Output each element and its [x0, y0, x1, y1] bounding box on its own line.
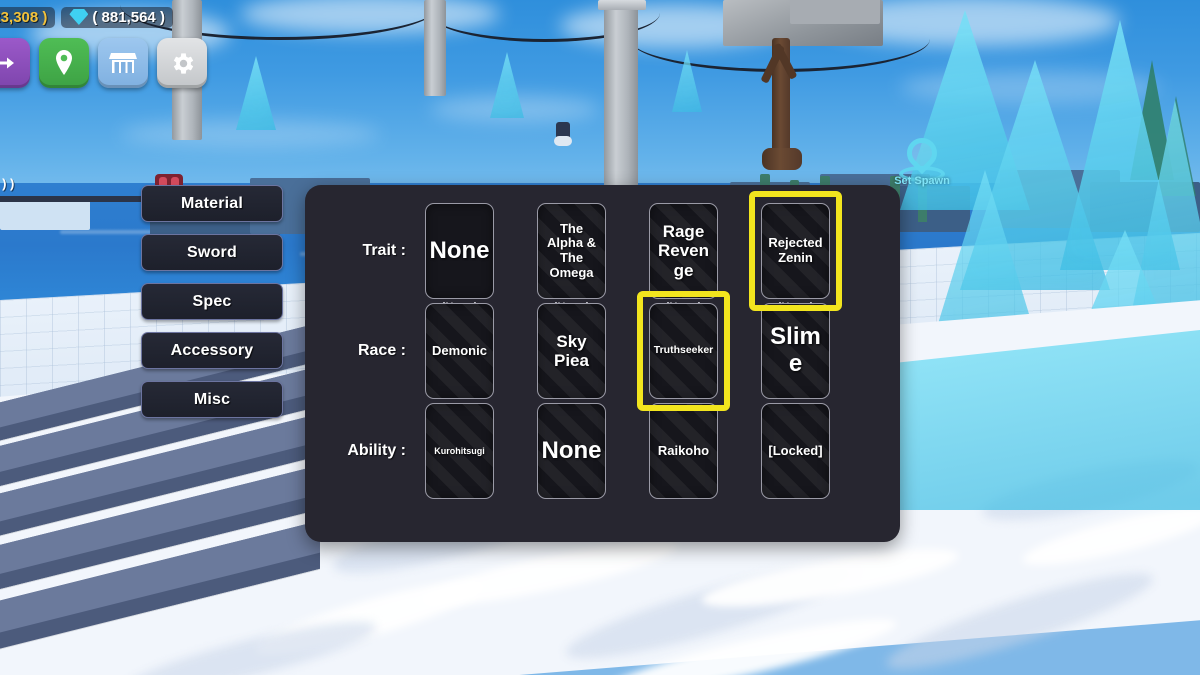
- sidebar-item-sword[interactable]: Sword: [141, 234, 283, 271]
- pillar-cap: [598, 0, 646, 10]
- arrow-right-icon: [0, 57, 14, 69]
- race-card-1-label: Demonic: [432, 342, 487, 358]
- gold-counter: 523,308 ): [0, 6, 56, 28]
- map-button[interactable]: [39, 38, 89, 88]
- trait-card-4[interactable]: Rejected Zenin: [761, 203, 830, 299]
- stone-pillar: [604, 0, 638, 190]
- trait-card-1[interactable]: None: [425, 203, 494, 299]
- trait-card-2[interactable]: The Alpha & The Omega: [537, 203, 606, 299]
- trait-slots: None (None) The Alpha & The Omega (None)…: [420, 191, 842, 314]
- ability-slot-4: [Locked]: [761, 403, 830, 499]
- race-card-3-label: Truthseeker: [653, 344, 714, 357]
- race-card-1[interactable]: Demonic: [425, 303, 494, 399]
- trait-card-1-label: None: [429, 236, 490, 264]
- ability-row: Ability : Kurohitsugi None Raikoho [Lock…: [305, 403, 900, 507]
- ability-row-label: Ability :: [347, 442, 406, 459]
- trait-card-3[interactable]: Rage Revenge: [649, 203, 718, 299]
- teleport-button[interactable]: [0, 38, 30, 88]
- loadout-panel: Trait : None (None) The Alpha & The Omeg…: [305, 185, 900, 542]
- ability-card-1-label: Kurohitsugi: [434, 445, 485, 456]
- gem-icon: [69, 9, 89, 25]
- race-card-4[interactable]: Slime: [761, 303, 830, 399]
- tree-base: [762, 148, 802, 170]
- race-card-4-label: Slime: [770, 323, 821, 377]
- ability-card-3[interactable]: Raikoho: [649, 403, 718, 499]
- trait-card-2-label: The Alpha & The Omega: [546, 220, 597, 280]
- sidebar-item-spec[interactable]: Spec: [141, 283, 283, 320]
- ability-slot-1: Kurohitsugi: [425, 403, 494, 499]
- race-card-2-label: Sky Piea: [554, 331, 589, 370]
- set-spawn-marker[interactable]: [893, 131, 951, 196]
- ability-card-3-label: Raikoho: [657, 442, 710, 458]
- npc-character: [554, 136, 572, 146]
- settings-button[interactable]: [157, 38, 207, 88]
- gear-icon: [173, 52, 193, 74]
- ability-card-2-label: None: [541, 436, 602, 464]
- trait-slot-3: Rage Revenge (None): [649, 203, 718, 314]
- ability-card-4-label: [Locked]: [768, 442, 823, 458]
- map-pin-icon: [56, 50, 72, 75]
- category-menu: Material Sword Spec Accessory Misc: [141, 185, 283, 418]
- ability-slot-3: Raikoho: [649, 403, 718, 499]
- hud-button-bar: [0, 38, 207, 88]
- currency-hud: 523,308 ) ( 881,564 ): [0, 6, 173, 28]
- shop-button[interactable]: [98, 38, 148, 88]
- trait-row-label: Trait :: [362, 242, 406, 259]
- left-stat-bar: [0, 196, 146, 202]
- race-slots: Demonic Sky Piea Truthseeker Slime: [420, 291, 830, 411]
- trait-slot-4: Rejected Zenin (None): [749, 191, 842, 314]
- race-row: Race : Demonic Sky Piea Truthseeker Slim…: [305, 291, 900, 411]
- race-card-3[interactable]: Truthseeker: [649, 303, 718, 399]
- sidebar-item-accessory[interactable]: Accessory: [141, 332, 283, 369]
- race-slot-1: Demonic: [425, 303, 494, 399]
- gem-value: ( 881,564 ): [92, 8, 165, 26]
- race-slot-3: Truthseeker: [637, 291, 730, 411]
- race-row-label: Race :: [357, 342, 406, 359]
- rock-slab: [790, 0, 880, 24]
- race-slot-4: Slime: [761, 303, 830, 399]
- trait-slot-1: None (None): [425, 203, 494, 314]
- gem-counter: ( 881,564 ): [61, 6, 173, 28]
- sidebar-item-material[interactable]: Material: [141, 185, 283, 222]
- ability-card-2[interactable]: None: [537, 403, 606, 499]
- stone-pillar: [424, 0, 446, 96]
- race-slot-2: Sky Piea: [537, 303, 606, 399]
- storefront-icon: [109, 53, 137, 73]
- trait-card-4-label: Rejected Zenin: [768, 235, 823, 265]
- gold-value: 523,308 ): [0, 8, 48, 26]
- ability-card-4[interactable]: [Locked]: [761, 403, 830, 499]
- island: [0, 200, 90, 230]
- left-stat-readout: 50 ) ): [0, 176, 15, 191]
- sidebar-item-misc[interactable]: Misc: [141, 381, 283, 418]
- ability-slots: Kurohitsugi None Raikoho [Locked]: [420, 403, 830, 499]
- trait-slot-2: The Alpha & The Omega (None): [537, 203, 606, 314]
- trait-card-3-label: Rage Revenge: [657, 222, 710, 280]
- race-card-2[interactable]: Sky Piea: [537, 303, 606, 399]
- trait-row: Trait : None (None) The Alpha & The Omeg…: [305, 191, 900, 314]
- ability-slot-2: None: [537, 403, 606, 499]
- ability-card-1[interactable]: Kurohitsugi: [425, 403, 494, 499]
